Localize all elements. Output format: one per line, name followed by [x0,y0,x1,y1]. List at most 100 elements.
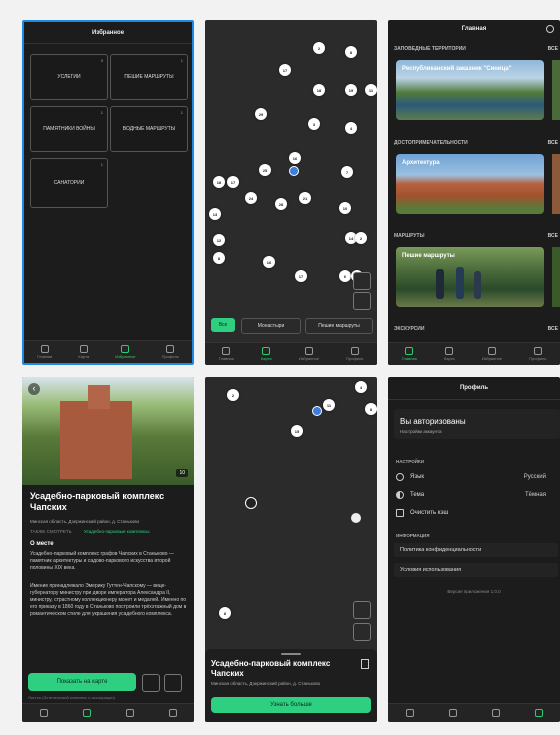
tab-map[interactable]: Карта [78,345,89,359]
theme-row[interactable]: Тема Тёмная [396,488,560,502]
user-block[interactable]: Вы авторизованы Настройки аккаунта [394,409,560,439]
tab-favorites[interactable]: Избранное [115,345,136,359]
section-header: ЗАПОВЕДНЫЕ ТЕРРИТОРИИ [394,46,466,52]
map-pin[interactable]: 15 [291,425,303,437]
tab-home[interactable]: Главная [37,345,52,359]
locate-button[interactable] [353,292,371,310]
language-label: Язык [410,474,425,480]
show-on-map-button[interactable]: Показать на карте [28,673,136,691]
map-pin[interactable]: 8 [219,607,231,619]
tags-link[interactable]: Усадебно-парковые комплексы [84,529,149,534]
learn-more-button[interactable]: Узнать больше [211,697,371,713]
tab-profile[interactable]: Профиль [529,347,546,361]
architecture-card[interactable]: Архитектура [396,154,544,214]
tab-profile[interactable] [168,708,177,718]
favorites-card[interactable]: 1 ПАМЯТНИКИ ВОЙНЫ [30,106,108,152]
tab-profile[interactable]: Профиль [162,345,179,359]
tab-bar: Главная Карта Избранное Профиль [388,342,560,365]
map-pin[interactable]: 10 [339,202,351,214]
map-pin[interactable]: 8 [365,403,377,415]
detail-screen: ‹ 10 Усадебно-парковый комплекс Чапских … [22,377,194,722]
terms-link[interactable]: Условия использования [394,563,558,577]
favorites-card[interactable]: 1 ВОДНЫЕ МАРШРУТЫ [110,106,188,152]
map-pin[interactable]: 3 [308,118,320,130]
chip-all[interactable]: Все [211,318,235,332]
map-pin[interactable]: 6 [339,270,351,282]
tab-favorites[interactable] [125,708,134,718]
back-button[interactable]: ‹ [28,383,40,395]
tab-home[interactable] [39,708,48,718]
section-all-link[interactable]: ВСЕ [548,140,558,146]
map-pin[interactable]: 24 [245,192,257,204]
map-pin[interactable]: 25 [259,164,271,176]
sheet-bookmark-icon[interactable] [361,659,369,669]
tab-favorites[interactable] [491,708,500,718]
tab-favorites[interactable]: Избранное [482,347,502,361]
map-pin[interactable]: 18 [313,84,325,96]
photo-counter: 10 [176,469,188,477]
card-label: ПАМЯТНИКИ ВОЙНЫ [43,126,95,132]
map-pin[interactable]: 8 [213,252,225,264]
sheet-handle[interactable] [281,653,301,655]
map-pin[interactable]: 7 [341,166,353,178]
section-all-link[interactable]: ВСЕ [548,46,558,52]
map-pin[interactable]: 4 [355,381,367,393]
map-pin[interactable]: 8 [345,46,357,58]
tab-favorites[interactable]: Избранное [299,347,319,361]
layers-button[interactable] [353,272,371,290]
locate-button[interactable] [353,623,371,641]
map-pin[interactable]: 21 [299,192,311,204]
map-pin[interactable]: 17 [227,176,239,188]
language-row[interactable]: Язык Русский [396,470,560,484]
map-canvas[interactable]: 2 8 17 18 19 11 3 4 29 25 16 7 18 17 24 28 21 10 13 12 14 2 8 1… [205,20,377,365]
chip-walking-routes[interactable]: Пешие маршруты [305,318,373,334]
map-pin[interactable]: 17 [279,64,291,76]
routes-card[interactable]: Пешие маршруты [396,247,544,307]
map-pin[interactable]: 2 [355,232,367,244]
tab-profile[interactable]: Профиль [346,347,363,361]
chip-monasteries[interactable]: Монастыри [241,318,301,334]
tab-map[interactable]: Карта [261,347,272,361]
detail-footer: Листья (Эстетический комплекс и ассоциац… [28,695,115,700]
card-count: 1 [100,110,103,115]
tab-profile[interactable] [534,708,543,718]
tab-bar: Главная Карта Избранное Профиль [205,342,377,365]
tab-map[interactable] [82,708,91,718]
map-pin[interactable]: 13 [209,208,221,220]
favorites-card[interactable]: 3 УСЛЕГИИ [30,54,108,100]
map-pin[interactable]: 2 [227,389,239,401]
monastery-pin[interactable] [245,497,257,509]
tab-home[interactable] [405,708,414,718]
about-paragraph: Усадебно-парковый комплекс графов Чапски… [30,551,174,571]
favorites-card[interactable]: 1 ПЕШИЕ МАРШРУТЫ [110,54,188,100]
section-all-link[interactable]: ВСЕ [548,326,558,332]
photo-counter-value: 10 [179,470,185,476]
map-pin[interactable]: 16 [289,152,301,164]
map-pin[interactable]: 28 [275,198,287,210]
map-pin[interactable]: 19 [345,84,357,96]
map-pin[interactable]: 17 [295,270,307,282]
favorites-screen: Избранное 3 УСЛЕГИИ 1 ПЕШИЕ МАРШРУТЫ 1 ПАМЯ… [22,20,194,365]
tab-home[interactable]: Главная [219,347,234,361]
monastery-pin[interactable] [351,513,361,523]
bookmark-button[interactable] [142,674,160,692]
map-pin[interactable]: 18 [213,176,225,188]
tab-map[interactable]: Карта [444,347,455,361]
layers-button[interactable] [353,601,371,619]
share-button[interactable] [164,674,182,692]
favorites-card[interactable]: 1 САНАТОРИИ [30,158,108,208]
reserve-card[interactable]: Республиканский заказник "Синица" [396,60,544,120]
privacy-link[interactable]: Политика конфиденциальности [394,543,558,557]
tab-map[interactable] [448,708,457,718]
map-pin[interactable]: 12 [213,234,225,246]
clear-cache-row[interactable]: Очистить кэш [396,506,560,520]
map-pin[interactable]: 4 [345,122,357,134]
map-pin[interactable]: 11 [323,399,335,411]
map-pin[interactable]: 16 [263,256,275,268]
map-pin[interactable]: 2 [313,42,325,54]
section-all-link[interactable]: ВСЕ [548,233,558,239]
map-pin[interactable]: 11 [365,84,377,96]
search-icon[interactable] [546,25,554,33]
tab-home[interactable]: Главная [402,347,417,361]
map-pin[interactable]: 29 [255,108,267,120]
